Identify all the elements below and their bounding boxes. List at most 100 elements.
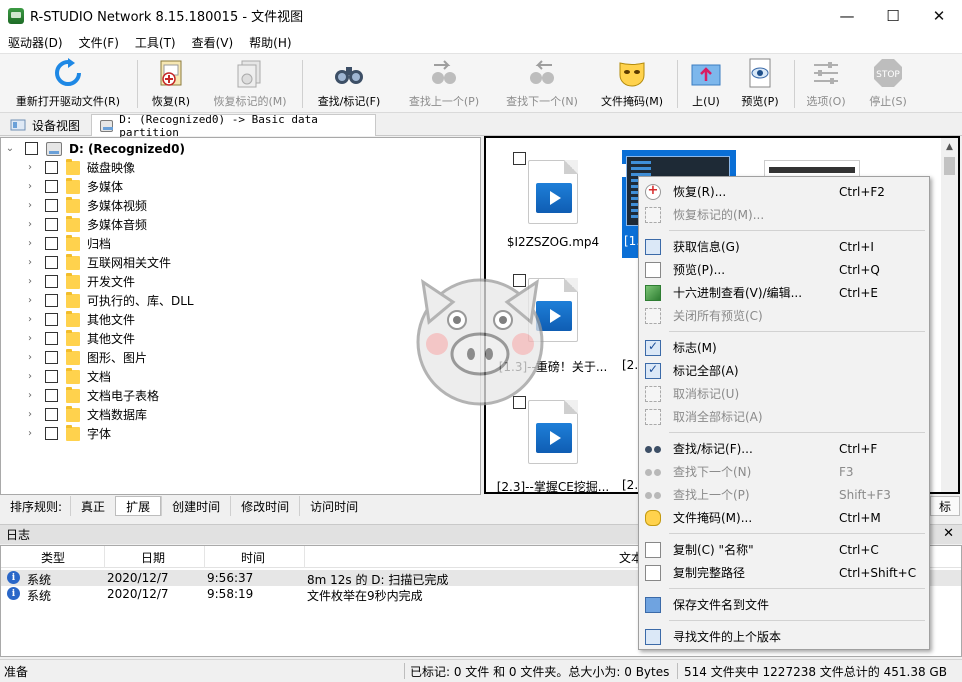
- context-menu-item[interactable]: 复制完整路径 Ctrl+Shift+C: [639, 561, 929, 584]
- tree-checkbox[interactable]: [45, 180, 58, 193]
- context-menu-item[interactable]: 查找下一个(N) F3: [639, 460, 929, 483]
- file-item[interactable]: $I2ZSZOG.mp4: [486, 138, 606, 249]
- expand-chevron-icon[interactable]: ›: [25, 428, 35, 439]
- tree-item[interactable]: › 可执行的、库、DLL: [25, 291, 194, 310]
- tree-item[interactable]: › 多媒体音频: [25, 215, 147, 234]
- expand-chevron-icon[interactable]: ›: [25, 390, 35, 401]
- menu-file[interactable]: 文件(F): [71, 34, 127, 51]
- tree-root[interactable]: ⌄ D: (Recognized0): [5, 139, 185, 158]
- expand-chevron-icon[interactable]: ›: [25, 333, 35, 344]
- tree-checkbox[interactable]: [45, 275, 58, 288]
- context-menu-item[interactable]: 获取信息(G) Ctrl+I: [639, 235, 929, 258]
- tree-checkbox[interactable]: [45, 237, 58, 250]
- scroll-thumb[interactable]: [944, 157, 955, 175]
- tree-checkbox[interactable]: [45, 218, 58, 231]
- context-menu-item[interactable]: 关闭所有预览(C): [639, 304, 929, 327]
- context-menu-item[interactable]: 预览(P)... Ctrl+Q: [639, 258, 929, 281]
- tree-checkbox[interactable]: [45, 199, 58, 212]
- expand-chevron-icon[interactable]: ⌄: [5, 143, 15, 154]
- expand-chevron-icon[interactable]: ›: [25, 352, 35, 363]
- reopen-drive-button[interactable]: 重新打开驱动文件(R): [10, 57, 126, 111]
- find-next-button[interactable]: 查找下一个(N): [500, 57, 584, 111]
- maximize-button[interactable]: ☐: [870, 0, 916, 31]
- expand-chevron-icon[interactable]: ›: [25, 219, 35, 230]
- tree-checkbox[interactable]: [45, 408, 58, 421]
- expand-chevron-icon[interactable]: ›: [25, 276, 35, 287]
- vertical-scrollbar[interactable]: ▲: [941, 138, 958, 492]
- context-menu-item[interactable]: 恢复(R)... Ctrl+F2: [639, 180, 929, 203]
- expand-chevron-icon[interactable]: ›: [25, 162, 35, 173]
- context-menu-item[interactable]: 查找/标记(F)... Ctrl+F: [639, 437, 929, 460]
- sort-created-button[interactable]: 创建时间: [161, 496, 230, 516]
- tree-checkbox[interactable]: [25, 142, 38, 155]
- expand-chevron-icon[interactable]: ›: [25, 238, 35, 249]
- tree-checkbox[interactable]: [45, 313, 58, 326]
- context-menu-item[interactable]: 取消全部标记(A): [639, 405, 929, 428]
- context-menu-item[interactable]: 寻找文件的上个版本: [639, 625, 929, 648]
- context-menu-item[interactable]: 查找上一个(P) Shift+F3: [639, 483, 929, 506]
- find-previous-button[interactable]: 查找上一个(P): [402, 57, 486, 111]
- tree-checkbox[interactable]: [45, 427, 58, 440]
- context-menu-item[interactable]: 保存文件名到文件: [639, 593, 929, 616]
- expand-chevron-icon[interactable]: ›: [25, 181, 35, 192]
- tree-item[interactable]: › 其他文件: [25, 310, 135, 329]
- tree-checkbox[interactable]: [45, 161, 58, 174]
- context-menu-item[interactable]: 恢复标记的(M)...: [639, 203, 929, 226]
- menu-drive[interactable]: 驱动器(D): [0, 34, 71, 51]
- tree-item[interactable]: › 多媒体视频: [25, 196, 147, 215]
- tree-checkbox[interactable]: [45, 370, 58, 383]
- tree-checkbox[interactable]: [45, 351, 58, 364]
- recover-button[interactable]: 恢复(R): [146, 57, 196, 111]
- tree-checkbox[interactable]: [45, 389, 58, 402]
- expand-chevron-icon[interactable]: ›: [25, 295, 35, 306]
- context-menu-item[interactable]: 标记全部(A): [639, 359, 929, 382]
- sort-real-button[interactable]: 真正: [70, 496, 115, 516]
- recover-marked-button[interactable]: 恢复标记的(M): [208, 57, 292, 111]
- expand-chevron-icon[interactable]: ›: [25, 314, 35, 325]
- options-button[interactable]: 选项(O): [803, 57, 849, 111]
- scroll-up-icon[interactable]: ▲: [941, 138, 958, 155]
- context-menu-item[interactable]: 文件掩码(M)... Ctrl+M: [639, 506, 929, 529]
- log-col-type[interactable]: 类型: [1, 546, 105, 568]
- context-menu-item[interactable]: 复制(C) "名称" Ctrl+C: [639, 538, 929, 561]
- menu-help[interactable]: 帮助(H): [241, 34, 299, 51]
- minimize-button[interactable]: —: [824, 0, 870, 31]
- menu-view[interactable]: 查看(V): [184, 34, 242, 51]
- tree-item[interactable]: › 图形、图片: [25, 348, 147, 367]
- tab-device-view[interactable]: 设备视图: [2, 114, 88, 136]
- log-col-date[interactable]: 日期: [105, 546, 205, 568]
- up-button[interactable]: 上(U): [686, 57, 726, 111]
- tab-partition[interactable]: D: (Recognized0) -> Basic data partition: [91, 113, 376, 139]
- stop-button[interactable]: STOP 停止(S): [862, 57, 914, 111]
- close-button[interactable]: ✕: [916, 0, 962, 31]
- tree-item[interactable]: › 磁盘映像: [25, 158, 135, 177]
- find-mark-button[interactable]: 查找/标记(F): [312, 57, 386, 111]
- sort-extension-button[interactable]: 扩展: [115, 496, 162, 516]
- tree-checkbox[interactable]: [45, 256, 58, 269]
- tree-item[interactable]: › 开发文件: [25, 272, 135, 291]
- log-close-icon[interactable]: ✕: [943, 526, 954, 541]
- tree-checkbox[interactable]: [45, 332, 58, 345]
- expand-chevron-icon[interactable]: ›: [25, 371, 35, 382]
- tree-item[interactable]: › 多媒体: [25, 177, 123, 196]
- log-col-time[interactable]: 时间: [205, 546, 305, 568]
- context-menu-item[interactable]: 标志(M): [639, 336, 929, 359]
- tree-item[interactable]: › 文档电子表格: [25, 386, 159, 405]
- tree-item[interactable]: › 互联网相关文件: [25, 253, 171, 272]
- context-menu-item[interactable]: 取消标记(U): [639, 382, 929, 405]
- context-menu-item[interactable]: 十六进制查看(V)/编辑... Ctrl+E: [639, 281, 929, 304]
- sort-accessed-button[interactable]: 访问时间: [299, 496, 368, 516]
- sort-modified-button[interactable]: 修改时间: [230, 496, 299, 516]
- file-mask-button[interactable]: 文件掩码(M): [597, 57, 667, 111]
- tree-item[interactable]: › 文档数据库: [25, 405, 147, 424]
- tree-checkbox[interactable]: [45, 294, 58, 307]
- expand-chevron-icon[interactable]: ›: [25, 200, 35, 211]
- tree-item[interactable]: › 文档: [25, 367, 111, 386]
- tree-item[interactable]: › 其他文件: [25, 329, 135, 348]
- menu-tools[interactable]: 工具(T): [127, 34, 184, 51]
- preview-button[interactable]: 预览(P): [737, 57, 783, 111]
- expand-chevron-icon[interactable]: ›: [25, 257, 35, 268]
- expand-chevron-icon[interactable]: ›: [25, 409, 35, 420]
- tree-item[interactable]: › 字体: [25, 424, 111, 443]
- tree-item[interactable]: › 归档: [25, 234, 111, 253]
